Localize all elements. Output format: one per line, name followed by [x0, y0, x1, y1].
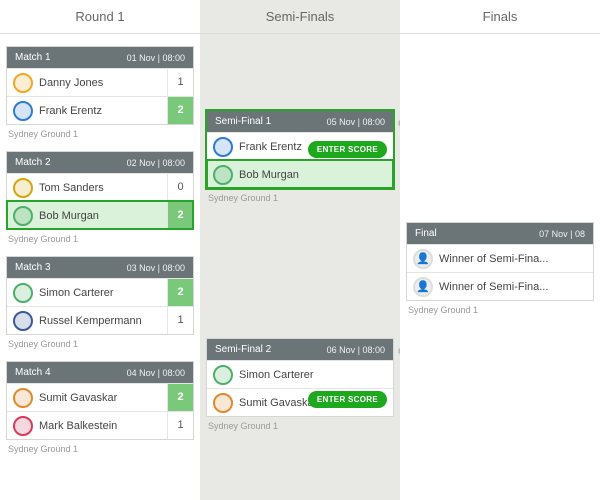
match-card[interactable]: ⚙ Semi-Final 105 Nov | 08:00 Frank Erent… — [206, 110, 394, 189]
avatar — [213, 365, 233, 385]
venue: Sydney Ground 1 — [8, 339, 194, 349]
score: 1 — [167, 69, 193, 96]
score: 0 — [167, 174, 193, 201]
avatar-placeholder: 👤 — [413, 277, 433, 297]
avatar — [13, 416, 33, 436]
player-name: Simon Carterer — [239, 369, 393, 381]
match-datetime: 01 Nov | 08:00 — [127, 53, 185, 63]
avatar — [13, 206, 33, 226]
avatar — [13, 178, 33, 198]
match-card[interactable]: Match 4 04 Nov | 08:00 Sumit Gavaskar2 Ma… — [6, 361, 194, 440]
avatar — [13, 388, 33, 408]
match-card[interactable]: Match 1 01 Nov | 08:00 Danny Jones1 Frank… — [6, 46, 194, 125]
avatar — [13, 311, 33, 331]
player-name: Bob Murgan — [239, 169, 393, 181]
enter-score-badge[interactable]: ENTER SCORE — [308, 141, 387, 158]
avatar — [213, 393, 233, 413]
player-name: Frank Erentz — [39, 105, 167, 117]
player-name: Russel Kempermann — [39, 315, 167, 327]
avatar-placeholder: 👤 — [413, 249, 433, 269]
column-header-finals: Finals — [400, 0, 600, 34]
match-title: Semi-Final 2 — [215, 344, 271, 355]
venue: Sydney Ground 1 — [408, 305, 594, 315]
avatar — [13, 101, 33, 121]
match-datetime: 05 Nov | 08:00 — [327, 117, 385, 127]
player-name: Bob Murgan — [39, 210, 167, 222]
score: 2 — [167, 279, 193, 306]
match-title: Semi-Final 1 — [215, 116, 271, 127]
match-title: Final — [415, 228, 437, 239]
match-title: Match 1 — [15, 52, 51, 63]
player-name: Danny Jones — [39, 77, 167, 89]
match-datetime: 07 Nov | 08 — [539, 229, 585, 239]
venue: Sydney Ground 1 — [208, 421, 394, 431]
avatar — [13, 73, 33, 93]
match-title: Match 3 — [15, 262, 51, 273]
player-name: Tom Sanders — [39, 182, 167, 194]
player-name: Winner of Semi-Fina... — [439, 281, 593, 293]
venue: Sydney Ground 1 — [8, 129, 194, 139]
match-datetime: 04 Nov | 08:00 — [127, 368, 185, 378]
column-header-round1: Round 1 — [0, 0, 200, 34]
match-card[interactable]: Final 07 Nov | 08 👤 Winner of Semi-Fina...… — [406, 222, 594, 301]
match-datetime: 02 Nov | 08:00 — [127, 158, 185, 168]
enter-score-badge[interactable]: ENTER SCORE — [308, 391, 387, 408]
player-name: Sumit Gavaskar — [39, 392, 167, 404]
score: 1 — [167, 412, 193, 439]
match-title: Match 4 — [15, 367, 51, 378]
score: 2 — [167, 384, 193, 411]
match-title: Match 2 — [15, 157, 51, 168]
column-header-semifinals: Semi-Finals — [200, 0, 400, 34]
avatar — [213, 165, 233, 185]
score: 2 — [167, 97, 193, 124]
match-card[interactable]: Match 3 03 Nov | 08:00 Simon Carterer2 Ru… — [6, 256, 194, 335]
avatar — [213, 137, 233, 157]
venue: Sydney Ground 1 — [208, 193, 394, 203]
player-name: Simon Carterer — [39, 287, 167, 299]
player-name: Winner of Semi-Fina... — [439, 253, 593, 265]
match-card[interactable]: Match 2 02 Nov | 08:00 Tom Sanders0 Bob M… — [6, 151, 194, 230]
match-datetime: 06 Nov | 08:00 — [327, 345, 385, 355]
score: 1 — [167, 307, 193, 334]
avatar — [13, 283, 33, 303]
player-name: Mark Balkestein — [39, 420, 167, 432]
venue: Sydney Ground 1 — [8, 234, 194, 244]
score: 2 — [167, 202, 193, 229]
venue: Sydney Ground 1 — [8, 444, 194, 454]
match-card[interactable]: ⚙ Semi-Final 206 Nov | 08:00 Simon Carte… — [206, 338, 394, 417]
match-datetime: 03 Nov | 08:00 — [127, 263, 185, 273]
